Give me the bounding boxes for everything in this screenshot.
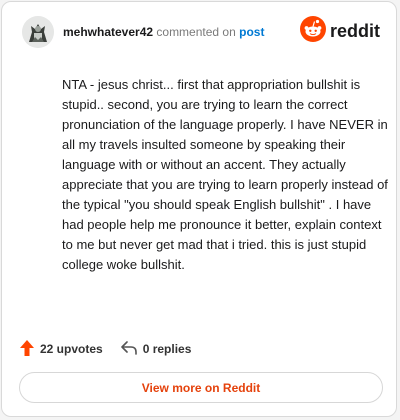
upvotes-stat[interactable]: 22 upvotes	[20, 339, 103, 359]
upvotes-count: 22 upvotes	[40, 342, 103, 356]
reddit-logo[interactable]: reddit	[299, 16, 380, 47]
action-text: commented on	[156, 25, 236, 39]
upvote-arrow-icon	[20, 339, 34, 359]
comment-header: mehwhatever42 commented on post reddit	[22, 16, 380, 54]
comment-body: NTA - jesus christ... first that appropr…	[62, 77, 388, 272]
comment-stats: 22 upvotes 0 replies	[20, 339, 191, 359]
post-link[interactable]: post	[239, 25, 264, 39]
reddit-snoo-icon	[299, 16, 326, 47]
replies-stat[interactable]: 0 replies	[120, 340, 192, 358]
username-link[interactable]: mehwhatever42	[63, 25, 153, 39]
comment-attribution: mehwhatever42 commented on post	[63, 24, 264, 40]
reply-arrow-icon	[120, 340, 137, 358]
embedded-comment-card: mehwhatever42 commented on post reddit N…	[1, 1, 397, 417]
user-avatar-icon[interactable]	[22, 16, 54, 48]
replies-count: 0 replies	[142, 342, 192, 356]
view-more-button[interactable]: View more on Reddit	[19, 372, 383, 403]
reddit-wordmark: reddit	[329, 21, 380, 41]
